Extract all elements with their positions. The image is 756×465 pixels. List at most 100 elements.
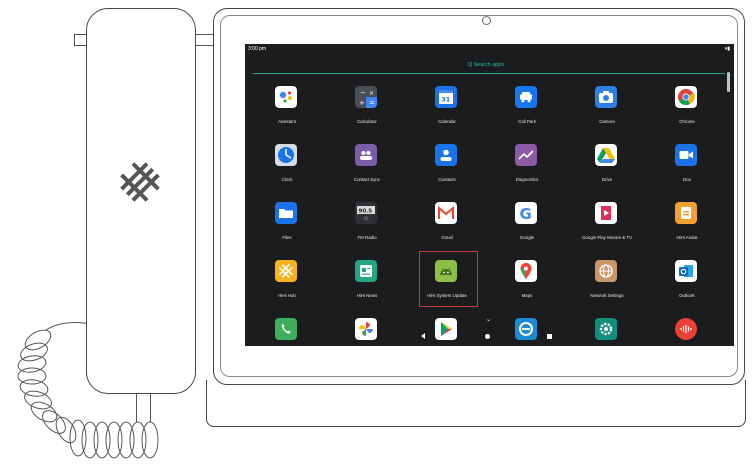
app-drawer-screen: 3:00 pm ▾▮ Q Search apps Assistant − × + = …: [245, 44, 734, 346]
app-remote[interactable]: [487, 312, 567, 346]
fm-radio-icon: 90.5: [355, 202, 377, 224]
app-clock[interactable]: Clock: [247, 138, 327, 198]
contacts-icon: [435, 144, 457, 166]
app-label: Files: [282, 235, 292, 240]
app-recorder[interactable]: [647, 312, 727, 346]
app-label: Gmail: [441, 235, 453, 240]
brand-logo-icon: [116, 158, 164, 206]
google-icon: G: [515, 202, 537, 224]
camera-icon: [595, 86, 617, 108]
recents-icon[interactable]: [547, 334, 552, 339]
back-icon[interactable]: [421, 333, 425, 339]
app-google[interactable]: G Google: [487, 196, 567, 256]
files-icon: [275, 202, 297, 224]
app-hihi-assist[interactable]: HiHi Assist: [647, 196, 727, 256]
chrome-icon: [675, 86, 697, 108]
recorder-icon: [675, 318, 697, 340]
app-contacts[interactable]: Contacts: [407, 138, 487, 198]
assistant-icon: [275, 86, 297, 108]
home-icon[interactable]: [485, 334, 490, 339]
remote-icon: [515, 318, 537, 340]
selection-highlight: [419, 251, 478, 307]
svg-text:×: ×: [369, 90, 374, 97]
app-label: Contact Sync: [353, 177, 381, 182]
search-apps-input[interactable]: Q Search apps: [245, 58, 727, 72]
app-contact-sync[interactable]: Contact Sync: [327, 138, 407, 198]
calendar-icon: 31: [435, 86, 457, 108]
app-play-store[interactable]: [407, 312, 487, 346]
app-calendar[interactable]: 31 Calendar: [407, 80, 487, 140]
search-underline: [253, 73, 725, 74]
diagnostics-icon: [515, 144, 537, 166]
call-park-icon: [515, 86, 537, 108]
app-duo[interactable]: Duo: [647, 138, 727, 198]
app-play-movies[interactable]: Google Play Movies & TV: [567, 196, 647, 256]
photos-icon: [355, 318, 377, 340]
status-icons: ▾▮: [724, 46, 730, 52]
svg-text:=: =: [369, 99, 375, 107]
app-label: OutlooK: [679, 293, 695, 298]
fm-frequency: 90.5: [359, 209, 373, 215]
app-chrome[interactable]: Chrome: [647, 80, 727, 140]
phone-base: [206, 380, 746, 427]
app-label: Maps: [521, 293, 533, 298]
app-label: Assistant: [278, 119, 296, 124]
app-label: Chrome: [679, 119, 695, 124]
network-settings-icon: [595, 260, 617, 282]
app-fm-radio[interactable]: 90.5 FM Radio: [327, 196, 407, 256]
gmail-icon: [435, 202, 457, 224]
app-phone[interactable]: [247, 312, 327, 346]
app-files[interactable]: Files: [247, 196, 327, 256]
app-label: Diagnostics: [515, 177, 539, 182]
svg-text:+: +: [359, 99, 365, 107]
status-time: 3:00 pm: [248, 46, 267, 52]
app-gmail[interactable]: Gmail: [407, 196, 487, 256]
app-label: Duo: [682, 177, 692, 182]
chevron-down-icon[interactable]: ⌄: [486, 316, 491, 323]
app-label: Google Play Movies & TV: [582, 235, 632, 240]
drive-icon: [595, 144, 617, 166]
app-drive[interactable]: Drive: [567, 138, 647, 198]
app-label: Google: [519, 235, 535, 240]
svg-text:−: −: [360, 89, 366, 97]
app-camera[interactable]: Camera: [567, 80, 647, 140]
app-label: Clock: [281, 177, 293, 182]
play-store-icon: [435, 318, 457, 340]
scrollbar[interactable]: [727, 72, 730, 92]
app-assistant[interactable]: Assistant: [247, 80, 327, 140]
app-maps[interactable]: Maps: [487, 254, 567, 314]
clock-icon: [275, 144, 297, 166]
calendar-badge: 31: [441, 96, 451, 104]
app-grid: Assistant − × + = Calculator 31 Calendar Ca…: [245, 80, 727, 346]
play-movies-icon: [595, 202, 617, 224]
app-label: HiHi Hub: [278, 293, 296, 298]
phone-icon: [275, 318, 297, 340]
app-hihi-hub[interactable]: HiHi Hub: [247, 254, 327, 314]
hihi-assist-icon: [675, 202, 697, 224]
app-network-settings[interactable]: Network Settings: [567, 254, 647, 314]
app-label: Calendar: [438, 119, 456, 124]
app-label: Call Park: [518, 119, 536, 124]
app-diagnostics[interactable]: Diagnostics: [487, 138, 567, 198]
app-label: Contacts: [438, 177, 456, 182]
app-outlook[interactable]: OutlooK: [647, 254, 727, 314]
handset-stand: [136, 392, 137, 422]
app-hihi-news[interactable]: HiHi News: [327, 254, 407, 314]
app-call-park[interactable]: Call Park: [487, 80, 567, 140]
app-calculator[interactable]: − × + = Calculator: [327, 80, 407, 140]
handset-stand: [150, 392, 151, 422]
app-label: Calculator: [357, 119, 377, 124]
maps-icon: [515, 260, 537, 282]
app-label: FM Radio: [357, 235, 377, 240]
duo-icon: [675, 144, 697, 166]
app-label: Camera: [599, 119, 615, 124]
front-camera-icon: [482, 16, 491, 25]
app-photos[interactable]: [327, 312, 407, 346]
contact-sync-icon: [355, 144, 377, 166]
app-label: Network Settings: [590, 293, 624, 298]
app-label: HiHi News: [356, 293, 378, 298]
app-label: HiHi Assist: [676, 235, 698, 240]
hihi-hub-icon: [275, 260, 297, 282]
hihi-news-icon: [355, 260, 377, 282]
app-settings[interactable]: [567, 312, 647, 346]
